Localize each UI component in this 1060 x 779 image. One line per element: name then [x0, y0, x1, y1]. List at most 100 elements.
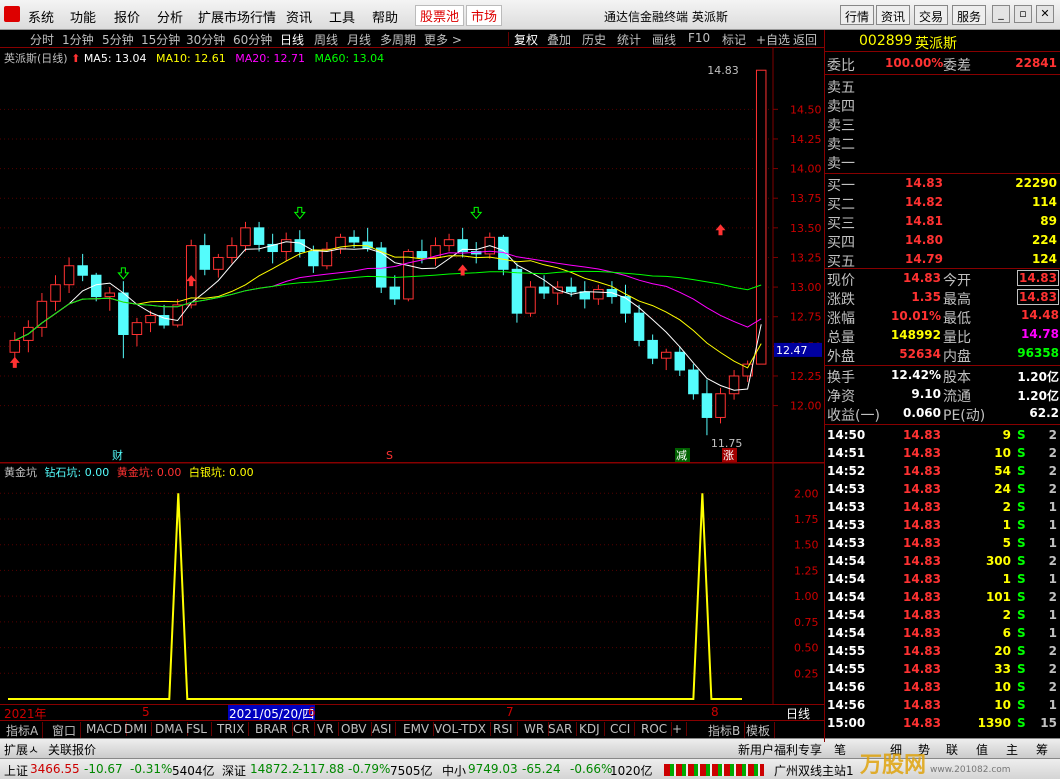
weibi-label: 委比 [827, 58, 855, 74]
tab-zhu[interactable]: 主 [1006, 741, 1018, 758]
close-icon[interactable]: ✕ [1036, 5, 1054, 23]
new-user-welfare-link[interactable]: 新用户福利专享 [738, 741, 822, 758]
tool-mark[interactable]: 标记 [722, 31, 746, 48]
up-arrow-icon [715, 224, 726, 236]
tool-overlay[interactable]: 叠加 [547, 31, 571, 48]
tool-draw[interactable]: 画线 [652, 31, 676, 48]
market-button[interactable]: 市场 [466, 5, 503, 26]
tab-zhi[interactable]: 值 [976, 741, 988, 758]
menu-help[interactable]: 帮助 [372, 7, 398, 26]
tool-add-watch[interactable]: +自选 [756, 31, 790, 48]
period-60min[interactable]: 60分钟 [233, 31, 272, 48]
menu-tools[interactable]: 工具 [329, 7, 355, 26]
candle-body [674, 351, 686, 371]
trade-button[interactable]: 交易 [914, 5, 949, 25]
candle-body [77, 265, 88, 276]
menu-news[interactable]: 资讯 [286, 7, 312, 26]
period-daily[interactable]: 日线 [280, 31, 304, 48]
menu-system[interactable]: 系统 [28, 7, 54, 26]
tab-kdj-17[interactable]: KDJ [575, 722, 605, 736]
related-quote-button[interactable]: 关联报价 [48, 741, 96, 758]
tab-voltdx-13[interactable]: VOL-TDX [430, 722, 491, 736]
tab-+-20[interactable]: + [668, 722, 688, 736]
period-5min[interactable]: 5分钟 [102, 31, 134, 48]
tab-emv-12[interactable]: EMV [399, 722, 435, 736]
tab-cr-8[interactable]: CR [289, 722, 315, 736]
candlestick-chart[interactable]: 14.50 14.25 14.00 13.75 13.50 13.25 13.00 12.75… [0, 48, 824, 463]
tick-row: 14:54 14.83 1 S 1 [825, 571, 1060, 589]
tab-dmi-3[interactable]: DMI [120, 722, 153, 736]
tool-adjust[interactable]: 复权 [514, 31, 538, 48]
tool-stats[interactable]: 统计 [617, 31, 641, 48]
tick-price: 14.83 [903, 698, 941, 712]
indicator-pane[interactable]: 2.00 1.75 1.50 1.25 1.00 0.75 0.50 0.25 黄金坑 钻石坑… [0, 462, 824, 705]
quote-button[interactable]: 行情 [840, 5, 875, 25]
menu-function[interactable]: 功能 [70, 7, 96, 26]
current-price-tag: 12.47 [776, 344, 808, 357]
period-30min[interactable]: 30分钟 [186, 31, 225, 48]
expand-button[interactable]: 扩展ㅅ [4, 741, 39, 758]
tab-fsl-5[interactable]: FSL [182, 722, 212, 736]
tab-asi-11[interactable]: ASI [368, 722, 397, 736]
service-button[interactable]: 服务 [952, 5, 987, 25]
tab-indicator-b[interactable]: 指标B [704, 722, 746, 739]
restore-icon[interactable]: ▫ [1014, 5, 1032, 23]
tab-chou[interactable]: 筹 [1036, 741, 1048, 758]
tick-price: 14.83 [903, 716, 941, 730]
period-15min[interactable]: 15分钟 [141, 31, 180, 48]
tick-volume: 33 [994, 662, 1011, 676]
stat-value: 14.83 [1017, 289, 1059, 305]
minimize-icon[interactable]: _ [992, 5, 1010, 23]
tab--1[interactable]: 窗口 [48, 722, 82, 739]
tool-f10[interactable]: F10 [688, 31, 710, 45]
tab-a-0[interactable]: 指标A [2, 722, 44, 739]
stock-pool-button[interactable]: 股票池 [415, 5, 465, 26]
tab-trix-6[interactable]: TRIX [213, 722, 250, 736]
buy-row: 买五 14.79 124 [825, 250, 1060, 270]
tick-count: 2 [1048, 554, 1057, 568]
tab-sar-16[interactable]: SAR [544, 722, 578, 736]
candle-body [511, 268, 523, 314]
tab-brar-7[interactable]: BRAR [251, 722, 293, 736]
s-marker: S [386, 449, 393, 462]
menu-quote[interactable]: 报价 [114, 7, 140, 26]
candle-body [199, 245, 211, 270]
y-tick-label: 1.50 [794, 539, 819, 552]
tab-template[interactable]: 模板 [742, 722, 776, 739]
tick-price: 14.83 [903, 446, 941, 460]
stock-header: 002899 英派斯 [825, 30, 1060, 52]
period-more[interactable]: 更多 > [424, 31, 462, 48]
tab-lian[interactable]: 联 [946, 741, 958, 758]
tab-obv-10[interactable]: OBV [337, 722, 372, 736]
tick-row: 14:53 14.83 24 S 2 [825, 481, 1060, 499]
x-label-august: 8 [711, 705, 719, 719]
tab-vr-9[interactable]: VR [313, 722, 339, 736]
stat-value: 1.20亿 [1017, 370, 1059, 384]
tool-back[interactable]: 返回 [793, 31, 817, 48]
stat-label: 最低 [943, 311, 971, 327]
tab-roc-19[interactable]: ROC [637, 722, 673, 736]
tick-count: 2 [1048, 590, 1057, 604]
tick-row: 14:52 14.83 54 S 2 [825, 463, 1060, 481]
period-1min[interactable]: 1分钟 [62, 31, 94, 48]
tab-bi[interactable]: 笔 [834, 741, 846, 758]
candle-body [145, 315, 156, 324]
period-multi[interactable]: 多周期 [380, 31, 416, 48]
candle-body [620, 296, 631, 314]
tool-history[interactable]: 历史 [582, 31, 606, 48]
period-fenshi[interactable]: 分时 [30, 31, 54, 48]
period-weekly[interactable]: 周线 [314, 31, 338, 48]
tab-rsi-14[interactable]: RSI [489, 722, 518, 736]
indicator-chart[interactable]: 2.00 1.75 1.50 1.25 1.00 0.75 0.50 0.25 [0, 462, 824, 705]
tab-cci-18[interactable]: CCI [606, 722, 636, 736]
menu-extended-market[interactable]: 扩展市场行情 [198, 7, 276, 26]
candle-body [728, 375, 740, 395]
news-button[interactable]: 资讯 [876, 5, 911, 25]
price-chart-pane[interactable]: 14.50 14.25 14.00 13.75 13.50 13.25 13.00 12.75… [0, 48, 824, 463]
tick-volume: 54 [994, 464, 1011, 478]
candle-body [579, 291, 591, 300]
period-monthly[interactable]: 月线 [347, 31, 371, 48]
tick-time: 14:54 [827, 554, 866, 568]
menu-analysis[interactable]: 分析 [157, 7, 183, 26]
app-logo-icon [4, 6, 20, 22]
